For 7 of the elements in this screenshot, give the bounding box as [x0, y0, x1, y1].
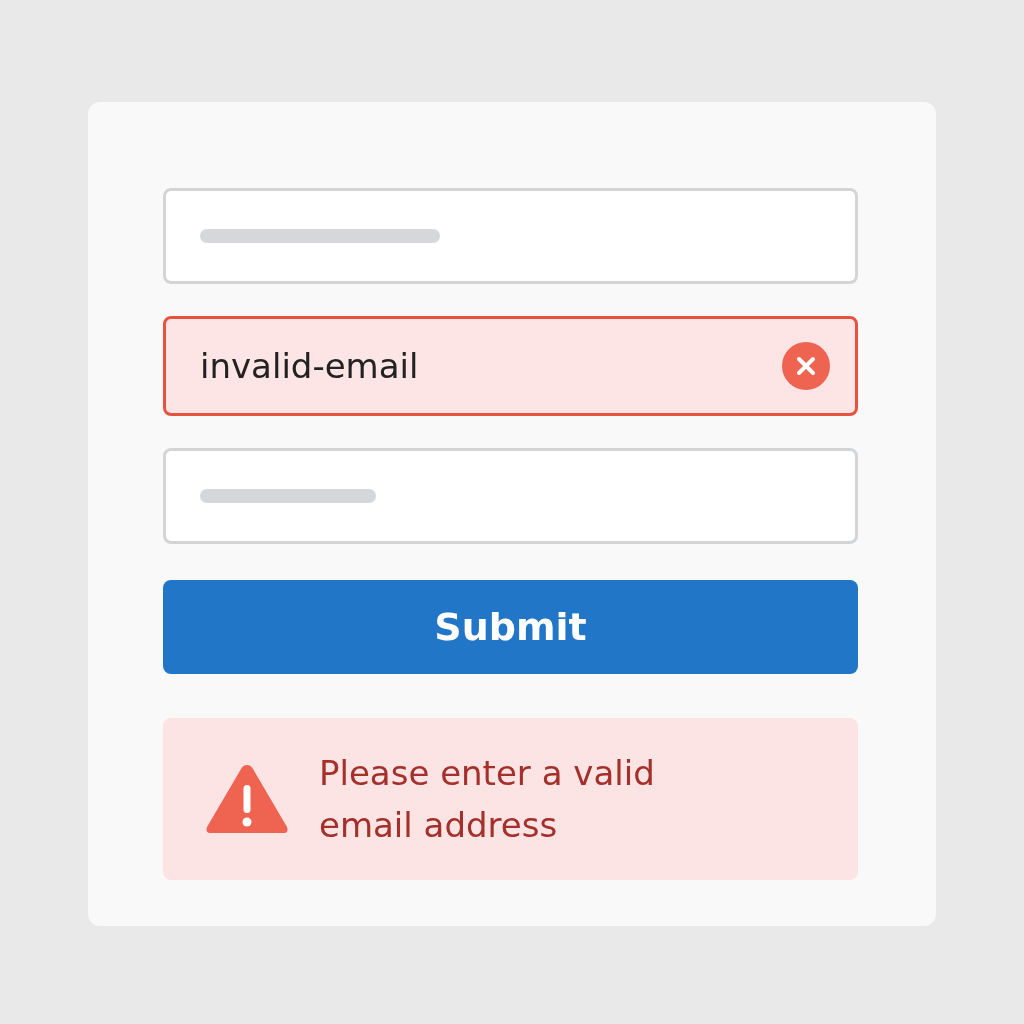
clear-icon[interactable] — [781, 341, 831, 391]
input-field[interactable]: invalid-email — [163, 316, 858, 416]
field-value: invalid-email — [200, 346, 420, 386]
submit-button[interactable]: Submit — [163, 580, 858, 674]
error-message: Please enter a valid email address — [319, 752, 656, 847]
input-field[interactable] — [163, 448, 858, 544]
input-field[interactable] — [163, 188, 858, 284]
